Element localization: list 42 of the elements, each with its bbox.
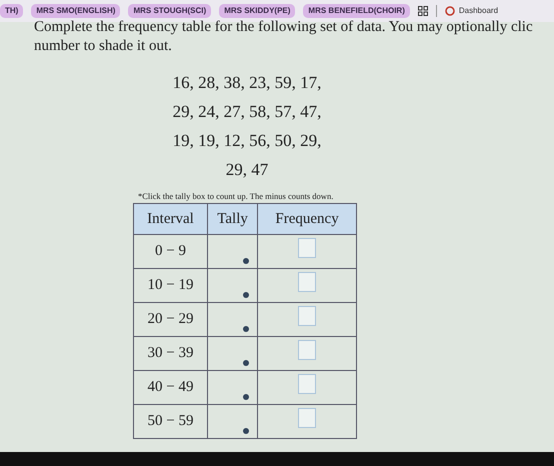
interval-cell: 40 − 49 (134, 370, 208, 404)
tally-box[interactable] (208, 404, 258, 438)
bookmark-tab[interactable]: TH) (0, 4, 24, 18)
bookmark-tab[interactable]: MRS BENEFIELD(CHOIR) (303, 4, 410, 18)
circle-icon (444, 6, 455, 16)
minus-button[interactable] (243, 360, 250, 366)
data-values: 29, 47 (226, 159, 268, 181)
column-header: Interval (134, 203, 208, 234)
interval-cell: 30 − 39 (134, 336, 208, 370)
data-values: 29, 24, 27, 58, 57, 47, (172, 101, 322, 123)
bookmark-tab[interactable]: MRS SMO(ENGLISH) (31, 4, 120, 18)
frequency-field[interactable] (298, 238, 316, 258)
apps-grid-icon[interactable] (418, 6, 428, 16)
dashboard-link[interactable]: Dashboard (444, 5, 498, 17)
tally-box[interactable] (208, 234, 258, 268)
tally-box[interactable] (208, 336, 258, 370)
tally-box[interactable] (208, 268, 258, 302)
bookmark-tab[interactable]: MRS STOUGH(SCI) (128, 4, 212, 18)
data-values: 16, 28, 38, 23, 59, 17, (172, 72, 322, 94)
interval-cell: 20 − 29 (134, 302, 208, 336)
frequency-field[interactable] (298, 272, 316, 292)
data-values: 19, 19, 12, 56, 50, 29, (172, 130, 322, 152)
interval-cell: 50 − 59 (134, 404, 208, 438)
frequency-field[interactable] (298, 408, 316, 428)
minus-button[interactable] (243, 292, 250, 298)
interval-cell: 10 − 19 (134, 268, 208, 302)
tally-box[interactable] (208, 370, 258, 404)
frequency-field[interactable] (298, 374, 316, 394)
frequency-field[interactable] (298, 306, 316, 326)
column-header: Tally (208, 203, 258, 234)
minus-button[interactable] (243, 394, 250, 400)
column-header: Frequency (258, 203, 356, 234)
minus-button[interactable] (243, 258, 250, 264)
minus-button[interactable] (243, 326, 250, 332)
instruction-note: *Click the tally box to count up. The minus counts down. (137, 190, 334, 203)
instruction-text: number to shade it out. (33, 37, 173, 56)
instruction-text: Complete the frequency table for the following set of data. You may optionally clic (33, 18, 534, 37)
tally-box[interactable] (208, 302, 258, 336)
frequency-field[interactable] (298, 340, 316, 360)
minus-button[interactable] (243, 428, 250, 434)
bookmark-tab[interactable]: MRS SKIDDY(PE) (219, 4, 296, 18)
interval-cell: 0 − 9 (134, 234, 208, 268)
